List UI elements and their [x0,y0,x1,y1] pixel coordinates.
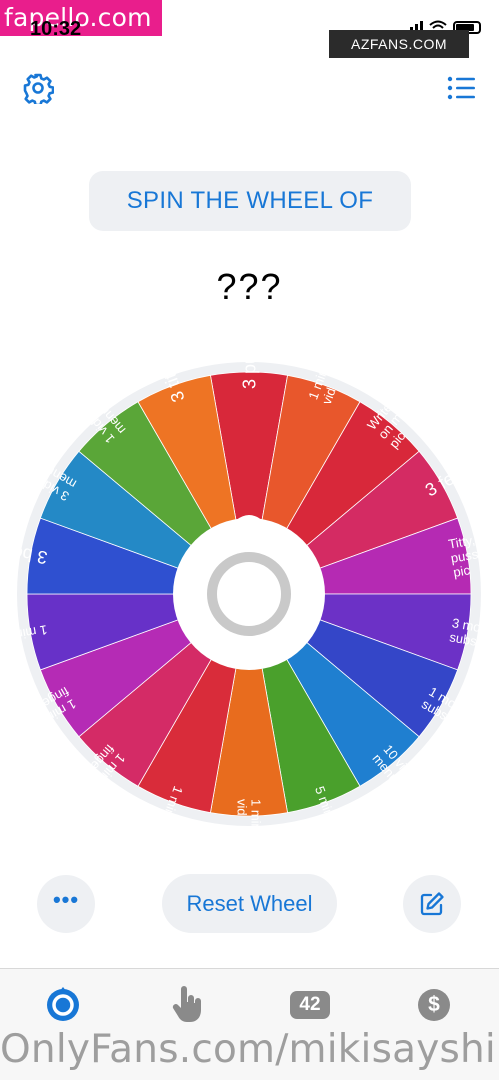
tab-tap[interactable] [167,985,207,1025]
tab-count[interactable]: 42 [290,985,330,1025]
wheel-title: SPIN THE WHEEL OF [126,187,374,214]
reset-wheel-button[interactable]: Reset Wheel [162,874,337,933]
segment-label: 3 pussy pics [239,361,259,389]
onlyfans-watermark: OnlyFans.com/mikisayshi [0,1027,496,1072]
hand-tap-icon [172,986,201,1022]
reset-wheel-label: Reset Wheel [186,890,313,916]
edit-button[interactable] [403,875,461,933]
azfans-watermark: AZFANS.COM [329,30,469,58]
status-time: 10:32 [30,18,82,40]
tab-dollar[interactable]: $ [414,985,454,1025]
wheel-title-button[interactable]: SPIN THE WHEEL OF [89,171,411,231]
spin-wheel[interactable]: 3 pussy pics1 min vibratorvidWrite your … [16,361,482,827]
tab-spin[interactable] [43,985,83,1025]
gear-icon[interactable] [22,72,54,104]
dollar-icon: $ [418,989,450,1021]
wheel-hub[interactable] [173,518,325,670]
more-dots-icon: ••• [52,887,80,912]
spin-icon [47,987,79,1021]
list-icon[interactable] [447,76,475,100]
spin-result: ??? [216,266,283,307]
more-button[interactable]: ••• [37,875,95,933]
count-badge: 42 [290,991,330,1019]
edit-icon [420,892,444,916]
